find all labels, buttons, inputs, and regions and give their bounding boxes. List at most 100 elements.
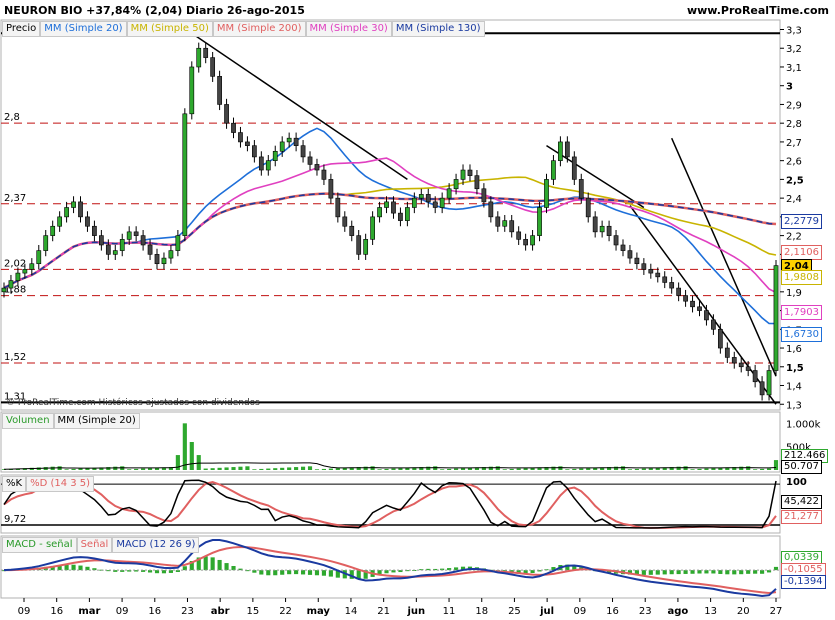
candle-body <box>717 329 723 349</box>
x-axis-label: 21 <box>377 606 390 617</box>
volume-bar <box>300 466 306 470</box>
candle-body <box>669 282 675 289</box>
candle-body <box>335 197 341 218</box>
candle-body <box>168 250 174 259</box>
level-label: 1,52 <box>4 352 26 363</box>
copyright-note: © ProRealTime.com Históricos ajustados c… <box>6 397 260 408</box>
candle-body <box>759 381 765 396</box>
candle-body <box>258 156 264 171</box>
axis-tick-label: 1,9 <box>786 288 802 299</box>
candle-body <box>641 263 647 270</box>
candle-body <box>272 150 278 161</box>
volume-bar <box>217 467 222 470</box>
macd-hist-bar <box>648 570 653 575</box>
x-axis-label: 09 <box>18 606 31 617</box>
volume-bar <box>572 468 577 470</box>
volume-axis-label: 1.000k <box>786 419 821 430</box>
volume-bar <box>266 468 271 470</box>
volume-bar <box>641 468 646 470</box>
candle-body <box>140 235 146 246</box>
candle-body <box>161 257 167 265</box>
chart-canvas[interactable]: 3,282,82,372,021,881,521,31 3,33,23,132,… <box>0 0 835 620</box>
stoch-value-box: 21,277 <box>781 510 822 524</box>
axis-tick-label: 2,8 <box>786 119 802 130</box>
volume-bar <box>377 469 382 470</box>
stoch-legend: %K %D (14 3 5) <box>2 476 95 492</box>
x-axis-label: may <box>307 606 331 617</box>
price-legend-item[interactable]: Precio <box>2 21 41 37</box>
price-value-box: 2,2779 <box>781 214 822 229</box>
candle-body <box>29 263 35 270</box>
price-legend-item[interactable]: MM (Simple 50) <box>126 21 213 37</box>
candle-body <box>551 160 556 180</box>
candle-body <box>704 310 709 321</box>
axis-tick-label: 2,2 <box>786 232 802 243</box>
x-axis-label: 18 <box>475 606 488 617</box>
stoch-legend-k: %K <box>2 476 27 492</box>
candle-body <box>64 207 69 218</box>
volume-bar <box>697 468 702 470</box>
volume-bar <box>460 468 466 470</box>
volume-bar <box>739 466 744 470</box>
price-legend-item[interactable]: MM (Simple 130) <box>391 21 485 37</box>
volume-bar <box>294 467 299 470</box>
macd-hist-bar <box>683 570 688 574</box>
macd-hist-bar <box>746 570 751 574</box>
level-label: 2,8 <box>4 112 20 123</box>
volume-bar <box>634 468 639 470</box>
macd-hist-bar <box>266 570 271 576</box>
axis-tick-label: 1,4 <box>786 382 802 393</box>
volume-bar <box>245 466 250 470</box>
x-axis-label: mar <box>78 606 100 617</box>
stoch-level-label: 9,72 <box>4 514 26 525</box>
volume-legend: Volumen MM (Simple 20) <box>2 413 140 429</box>
candle-body <box>620 244 626 251</box>
macd-legend: MACD - señal Señal MACD (12 26 9) <box>2 537 200 553</box>
macd-hist-bar <box>259 570 264 575</box>
macd-hist-bar <box>725 570 730 575</box>
candle-body <box>655 272 661 278</box>
macd-hist-bar <box>697 570 702 574</box>
x-axis-label: 23 <box>181 606 194 617</box>
macd-hist-bar <box>328 570 333 577</box>
x-axis-label: 14 <box>345 606 358 617</box>
candle-body <box>752 370 758 383</box>
candle-body <box>182 113 188 236</box>
candle-body <box>467 169 473 176</box>
volume-bar <box>328 468 333 470</box>
candle-body <box>613 235 619 246</box>
volume-bar <box>454 468 459 470</box>
macd-legend-signal: Señal <box>76 537 113 553</box>
volume-bar <box>391 468 396 470</box>
price-legend-item[interactable]: MM (Simple 20) <box>40 21 127 37</box>
candle-body <box>196 47 202 68</box>
volume-bar <box>648 468 653 470</box>
volume-legend-volumen: Volumen <box>2 413 54 429</box>
candle-body <box>238 132 243 143</box>
volume-bar <box>509 468 514 470</box>
volume-bar <box>259 468 264 470</box>
candle-body <box>224 104 229 124</box>
candle-body <box>203 47 209 58</box>
stoch-legend-d: %D (14 3 5) <box>26 476 95 492</box>
axis-tick-label: 1,5 <box>786 363 804 374</box>
candle-body <box>279 141 285 152</box>
x-axis-label: 16 <box>50 606 63 617</box>
candle-body <box>592 216 598 233</box>
candle-body <box>697 306 702 311</box>
candle-body <box>523 239 528 246</box>
macd-hist-bar <box>739 570 744 575</box>
volume-bar <box>189 442 194 470</box>
volume-bar <box>252 469 257 470</box>
macd-hist-bar <box>300 570 306 575</box>
volume-bar <box>384 468 389 470</box>
x-axis-label: jul <box>539 606 554 617</box>
price-legend-item[interactable]: MM (Simple 30) <box>305 21 392 37</box>
macd-hist-bar <box>294 570 299 575</box>
candle-body <box>502 220 508 227</box>
candle-body <box>1 287 7 293</box>
price-legend-item[interactable]: MM (Simple 200) <box>212 21 306 37</box>
macd-hist-bar <box>203 556 208 571</box>
candle-body <box>252 145 257 158</box>
axis-tick-label: 2,4 <box>786 194 802 205</box>
